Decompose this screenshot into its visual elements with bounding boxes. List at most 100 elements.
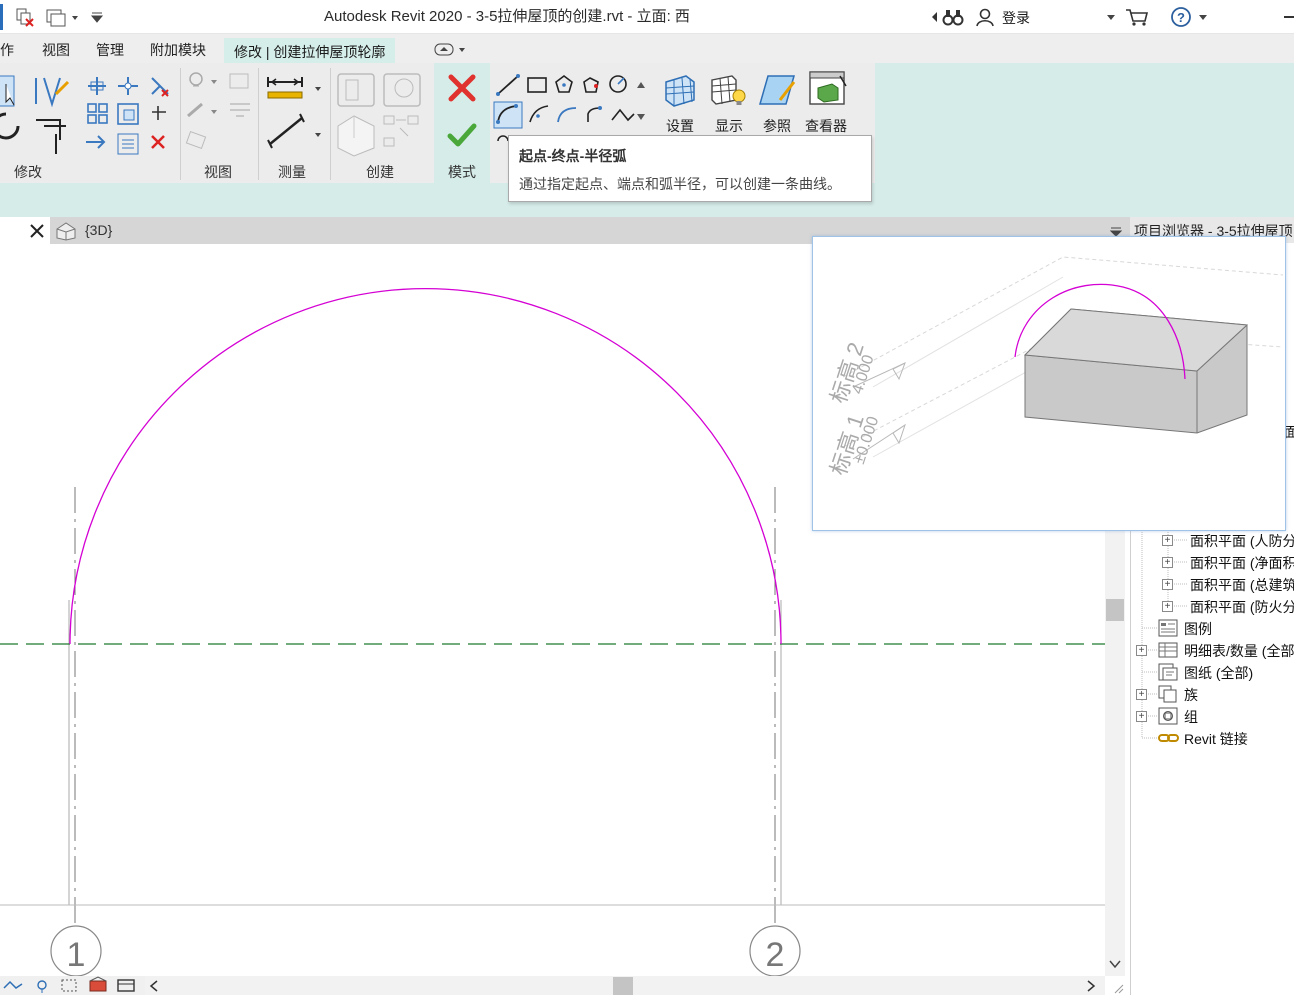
close-project-button[interactable] bbox=[14, 6, 36, 28]
tree-item-area-plan-civil-defense[interactable]: 面积平面 (人防分 bbox=[1190, 531, 1294, 551]
set-workplane-button[interactable] bbox=[662, 72, 698, 108]
help-icon: ? bbox=[1171, 7, 1207, 27]
draw-tools bbox=[492, 70, 652, 132]
view-tab-3d[interactable]: {3D} bbox=[85, 222, 112, 238]
tree-item-groups[interactable]: 组 bbox=[1184, 707, 1198, 727]
create-panel-tools[interactable] bbox=[334, 68, 430, 160]
tree-item-schedules[interactable]: 明细表/数量 (全部 bbox=[1184, 641, 1294, 661]
house-3d-icon bbox=[56, 222, 76, 241]
checkmark-icon bbox=[447, 123, 477, 147]
app-edge bbox=[0, 4, 3, 30]
search-binoculars-button[interactable] bbox=[942, 6, 964, 28]
tree-item-area-plan-net[interactable]: 面积平面 (净面积 bbox=[1190, 553, 1294, 573]
expand-area-plan-3[interactable]: + bbox=[1162, 579, 1173, 590]
tree-item-area-plan-gross[interactable]: 面积平面 (总建筑 bbox=[1190, 575, 1294, 595]
measure-panel-tools[interactable] bbox=[262, 68, 328, 160]
dropdown-arrow-icon bbox=[1107, 15, 1115, 20]
expand-schedules[interactable]: + bbox=[1136, 645, 1147, 656]
close-icon bbox=[30, 224, 44, 238]
draw-tools-icons bbox=[493, 74, 635, 129]
ribbon-tabs: 作 视图 管理 附加模块 bbox=[0, 34, 1294, 63]
windows-icon bbox=[46, 9, 78, 27]
roof-profile-arc[interactable] bbox=[69, 287, 782, 645]
scroll-right-button[interactable] bbox=[1085, 979, 1097, 993]
finish-edit-button[interactable] bbox=[446, 120, 478, 150]
scroll-down-button[interactable] bbox=[1108, 958, 1122, 970]
tree-item-families[interactable]: 族 bbox=[1184, 685, 1198, 705]
group-icon bbox=[1158, 707, 1178, 725]
link-icon bbox=[1158, 731, 1180, 745]
help-button[interactable]: ? bbox=[1170, 6, 1210, 28]
viewer-label[interactable]: 查看器 bbox=[805, 116, 847, 136]
tab-addins[interactable]: 附加模块 bbox=[150, 40, 206, 60]
tooltip-description: 通过指定起点、端点和弧半径，可以创建一条曲线。 bbox=[519, 176, 841, 192]
expand-area-plan-2[interactable]: + bbox=[1162, 557, 1173, 568]
reference-label[interactable]: 参照 bbox=[763, 116, 791, 136]
expand-area-plan-1[interactable]: + bbox=[1162, 535, 1173, 546]
view-preview-popup: 标高 2 标高 1 4.000 ±0.000 bbox=[812, 236, 1286, 531]
view-controls-icons[interactable] bbox=[0, 976, 145, 995]
view-tools-icons bbox=[185, 72, 250, 150]
draw-gallery-scroll[interactable] bbox=[634, 72, 648, 130]
tree-item-legends[interactable]: 图例 bbox=[1184, 619, 1212, 639]
preview-3d-view bbox=[842, 256, 1284, 460]
view-control-bar bbox=[0, 976, 145, 995]
chevron-right-icon bbox=[1087, 980, 1096, 992]
binoculars-icon bbox=[942, 10, 964, 26]
store-button[interactable] bbox=[1124, 6, 1150, 28]
tab-manage[interactable]: 管理 bbox=[96, 40, 124, 60]
set-label[interactable]: 设置 bbox=[666, 116, 694, 136]
ref-plane-icon bbox=[759, 75, 796, 105]
login-label[interactable]: 登录 bbox=[1002, 8, 1030, 28]
browser-menu-button[interactable] bbox=[1109, 225, 1123, 237]
tree-item-revit-links[interactable]: Revit 链接 bbox=[1184, 729, 1248, 749]
panel-toggle-icon bbox=[434, 43, 465, 56]
viewer-button[interactable] bbox=[806, 70, 848, 108]
scroll-left-button[interactable] bbox=[148, 979, 160, 993]
grid-plane-icon bbox=[665, 75, 695, 107]
minimize-icon[interactable] bbox=[1284, 16, 1294, 18]
show-workplane-button[interactable] bbox=[710, 72, 748, 108]
user-button[interactable] bbox=[974, 6, 996, 28]
panel-toggle-button[interactable] bbox=[434, 43, 470, 57]
tab-view[interactable]: 视图 bbox=[42, 40, 70, 60]
switch-windows-button[interactable] bbox=[44, 6, 80, 28]
vertical-scroll-thumb[interactable] bbox=[1106, 599, 1124, 621]
modify-panel-tools bbox=[0, 68, 180, 160]
tab-collaborate-partial[interactable]: 作 bbox=[0, 40, 14, 60]
horizontal-scroll-thumb[interactable] bbox=[613, 977, 633, 995]
tree-item-area-plan-fire[interactable]: 面积平面 (防火分 bbox=[1190, 597, 1294, 617]
login-dropdown-button[interactable] bbox=[1100, 6, 1122, 28]
tree-item-sheets[interactable]: 图纸 (全部) bbox=[1184, 663, 1253, 683]
close-icon bbox=[448, 74, 476, 102]
user-icon bbox=[976, 8, 994, 27]
cancel-edit-button[interactable] bbox=[446, 72, 478, 104]
horizontal-scrollbar[interactable] bbox=[145, 976, 1105, 995]
ref-plane-button[interactable] bbox=[758, 72, 798, 108]
show-label[interactable]: 显示 bbox=[715, 116, 743, 136]
modify-tools-icons bbox=[0, 75, 169, 155]
cart-icon bbox=[1126, 9, 1149, 26]
window-title: Autodesk Revit 2020 - 3-5拉伸屋顶的创建.rvt - 立… bbox=[324, 8, 690, 25]
chevron-left-icon bbox=[932, 12, 937, 22]
expand-area-plan-4[interactable]: + bbox=[1162, 601, 1173, 612]
sheet-icon bbox=[1158, 663, 1178, 681]
close-view-tab-button[interactable] bbox=[29, 223, 45, 239]
expand-groups[interactable]: + bbox=[1136, 711, 1147, 722]
customize-qat-button[interactable] bbox=[86, 6, 108, 28]
panel-label-view: 视图 bbox=[204, 164, 232, 180]
chevron-left-icon bbox=[149, 980, 158, 992]
dropdown-arrow-icon bbox=[90, 12, 104, 23]
3d-view-tab-icon bbox=[55, 221, 77, 241]
viewer-icon bbox=[809, 71, 847, 105]
resize-grip-icon[interactable] bbox=[1112, 982, 1124, 994]
panel-separator bbox=[180, 68, 181, 180]
view-panel-tools[interactable] bbox=[184, 68, 256, 160]
create-icons bbox=[337, 73, 421, 157]
tab-modify-create-extrusion-roof[interactable]: 修改 | 创建拉伸屋顶轮廓 bbox=[224, 38, 396, 63]
tooltip-title: 起点-终点-半径弧 bbox=[519, 148, 627, 164]
panel-label-measure: 测量 bbox=[278, 164, 306, 180]
schedule-icon bbox=[1158, 641, 1178, 659]
expand-families[interactable]: + bbox=[1136, 689, 1147, 700]
close-view-icon bbox=[16, 8, 34, 27]
